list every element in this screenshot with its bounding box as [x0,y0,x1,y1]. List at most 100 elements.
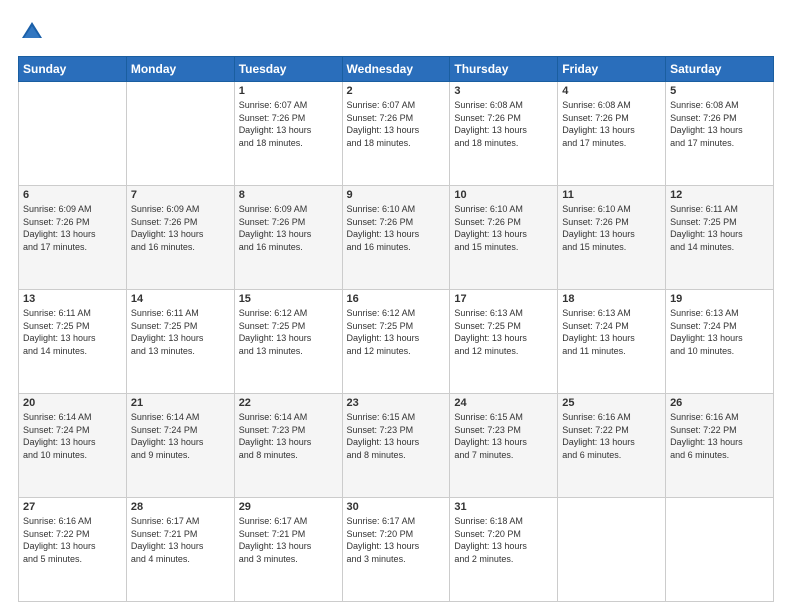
day-info: Sunrise: 6:11 AM Sunset: 7:25 PM Dayligh… [131,307,230,357]
day-number: 7 [131,189,230,201]
weekday-header-tuesday: Tuesday [234,57,342,82]
day-number: 5 [670,85,769,97]
weekday-header-sunday: Sunday [19,57,127,82]
calendar-cell: 11 Sunrise: 6:10 AM Sunset: 7:26 PM Dayli… [558,186,666,290]
calendar-cell: 16 Sunrise: 6:12 AM Sunset: 7:25 PM Dayli… [342,290,450,394]
calendar-cell: 9 Sunrise: 6:10 AM Sunset: 7:26 PM Daylig… [342,186,450,290]
calendar-cell: 3 Sunrise: 6:08 AM Sunset: 7:26 PM Daylig… [450,82,558,186]
calendar-cell: 25 Sunrise: 6:16 AM Sunset: 7:22 PM Dayli… [558,394,666,498]
calendar-cell [666,498,774,602]
day-info: Sunrise: 6:10 AM Sunset: 7:26 PM Dayligh… [454,203,553,253]
day-info: Sunrise: 6:17 AM Sunset: 7:21 PM Dayligh… [239,515,338,565]
day-info: Sunrise: 6:12 AM Sunset: 7:25 PM Dayligh… [239,307,338,357]
day-info: Sunrise: 6:14 AM Sunset: 7:24 PM Dayligh… [23,411,122,461]
day-number: 4 [562,85,661,97]
day-number: 15 [239,293,338,305]
calendar-cell: 18Sunrise: 6:13 AM Sunset: 7:24 PM Dayli… [558,290,666,394]
day-number: 21 [131,397,230,409]
day-info: Sunrise: 6:16 AM Sunset: 7:22 PM Dayligh… [562,411,661,461]
day-info: Sunrise: 6:11 AM Sunset: 7:25 PM Dayligh… [23,307,122,357]
week-row-3: 13 Sunrise: 6:11 AM Sunset: 7:25 PM Dayli… [19,290,774,394]
weekday-header-row: SundayMondayTuesdayWednesdayThursdayFrid… [19,57,774,82]
day-number: 30 [347,501,446,513]
calendar-cell: 1Sunrise: 6:07 AM Sunset: 7:26 PM Daylig… [234,82,342,186]
day-info: Sunrise: 6:10 AM Sunset: 7:26 PM Dayligh… [347,203,446,253]
calendar-cell: 7 Sunrise: 6:09 AM Sunset: 7:26 PM Daylig… [126,186,234,290]
day-number: 3 [454,85,553,97]
week-row-2: 6Sunrise: 6:09 AM Sunset: 7:26 PM Daylig… [19,186,774,290]
week-row-4: 20 Sunrise: 6:14 AM Sunset: 7:24 PM Dayli… [19,394,774,498]
day-info: Sunrise: 6:12 AM Sunset: 7:25 PM Dayligh… [347,307,446,357]
calendar-cell: 30 Sunrise: 6:17 AM Sunset: 7:20 PM Dayli… [342,498,450,602]
weekday-header-friday: Friday [558,57,666,82]
day-info: Sunrise: 6:11 AM Sunset: 7:25 PM Dayligh… [670,203,769,253]
calendar-cell [126,82,234,186]
day-number: 31 [454,501,553,513]
header [18,18,774,46]
calendar-cell: 15 Sunrise: 6:12 AM Sunset: 7:25 PM Dayli… [234,290,342,394]
page: SundayMondayTuesdayWednesdayThursdayFrid… [0,0,792,612]
weekday-header-saturday: Saturday [666,57,774,82]
calendar-cell: 22Sunrise: 6:14 AM Sunset: 7:23 PM Dayli… [234,394,342,498]
calendar-cell: 20 Sunrise: 6:14 AM Sunset: 7:24 PM Dayli… [19,394,127,498]
calendar-cell: 27 Sunrise: 6:16 AM Sunset: 7:22 PM Dayli… [19,498,127,602]
weekday-header-wednesday: Wednesday [342,57,450,82]
day-number: 11 [562,189,661,201]
calendar-table: SundayMondayTuesdayWednesdayThursdayFrid… [18,56,774,602]
calendar-cell: 13 Sunrise: 6:11 AM Sunset: 7:25 PM Dayli… [19,290,127,394]
day-number: 27 [23,501,122,513]
calendar-cell: 29Sunrise: 6:17 AM Sunset: 7:21 PM Dayli… [234,498,342,602]
calendar-cell: 28Sunrise: 6:17 AM Sunset: 7:21 PM Dayli… [126,498,234,602]
day-number: 25 [562,397,661,409]
weekday-header-thursday: Thursday [450,57,558,82]
day-info: Sunrise: 6:09 AM Sunset: 7:26 PM Dayligh… [23,203,122,253]
day-number: 24 [454,397,553,409]
day-number: 20 [23,397,122,409]
day-number: 9 [347,189,446,201]
day-info: Sunrise: 6:14 AM Sunset: 7:24 PM Dayligh… [131,411,230,461]
day-info: Sunrise: 6:07 AM Sunset: 7:26 PM Dayligh… [347,99,446,149]
calendar-cell: 19 Sunrise: 6:13 AM Sunset: 7:24 PM Dayli… [666,290,774,394]
day-info: Sunrise: 6:17 AM Sunset: 7:20 PM Dayligh… [347,515,446,565]
day-number: 8 [239,189,338,201]
day-number: 18 [562,293,661,305]
day-info: Sunrise: 6:09 AM Sunset: 7:26 PM Dayligh… [131,203,230,253]
day-info: Sunrise: 6:15 AM Sunset: 7:23 PM Dayligh… [347,411,446,461]
calendar-cell: 2 Sunrise: 6:07 AM Sunset: 7:26 PM Daylig… [342,82,450,186]
calendar-cell: 31Sunrise: 6:18 AM Sunset: 7:20 PM Dayli… [450,498,558,602]
logo-icon [18,18,46,46]
day-number: 13 [23,293,122,305]
calendar-cell: 8Sunrise: 6:09 AM Sunset: 7:26 PM Daylig… [234,186,342,290]
logo [18,18,50,46]
day-number: 23 [347,397,446,409]
day-info: Sunrise: 6:13 AM Sunset: 7:24 PM Dayligh… [670,307,769,357]
calendar-cell: 4 Sunrise: 6:08 AM Sunset: 7:26 PM Daylig… [558,82,666,186]
calendar-cell: 24Sunrise: 6:15 AM Sunset: 7:23 PM Dayli… [450,394,558,498]
calendar-cell: 26Sunrise: 6:16 AM Sunset: 7:22 PM Dayli… [666,394,774,498]
day-number: 17 [454,293,553,305]
calendar-cell: 12 Sunrise: 6:11 AM Sunset: 7:25 PM Dayli… [666,186,774,290]
day-number: 19 [670,293,769,305]
day-number: 2 [347,85,446,97]
calendar-cell: 23 Sunrise: 6:15 AM Sunset: 7:23 PM Dayli… [342,394,450,498]
calendar-cell: 10 Sunrise: 6:10 AM Sunset: 7:26 PM Dayli… [450,186,558,290]
week-row-1: 1Sunrise: 6:07 AM Sunset: 7:26 PM Daylig… [19,82,774,186]
weekday-header-monday: Monday [126,57,234,82]
week-row-5: 27 Sunrise: 6:16 AM Sunset: 7:22 PM Dayli… [19,498,774,602]
calendar-cell: 17 Sunrise: 6:13 AM Sunset: 7:25 PM Dayli… [450,290,558,394]
day-info: Sunrise: 6:08 AM Sunset: 7:26 PM Dayligh… [454,99,553,149]
day-info: Sunrise: 6:13 AM Sunset: 7:25 PM Dayligh… [454,307,553,357]
calendar-cell: 6Sunrise: 6:09 AM Sunset: 7:26 PM Daylig… [19,186,127,290]
day-number: 16 [347,293,446,305]
day-info: Sunrise: 6:07 AM Sunset: 7:26 PM Dayligh… [239,99,338,149]
day-info: Sunrise: 6:16 AM Sunset: 7:22 PM Dayligh… [23,515,122,565]
day-info: Sunrise: 6:08 AM Sunset: 7:26 PM Dayligh… [562,99,661,149]
day-info: Sunrise: 6:17 AM Sunset: 7:21 PM Dayligh… [131,515,230,565]
day-number: 10 [454,189,553,201]
day-number: 22 [239,397,338,409]
day-info: Sunrise: 6:08 AM Sunset: 7:26 PM Dayligh… [670,99,769,149]
calendar-cell [558,498,666,602]
calendar-cell [19,82,127,186]
day-number: 12 [670,189,769,201]
day-info: Sunrise: 6:10 AM Sunset: 7:26 PM Dayligh… [562,203,661,253]
